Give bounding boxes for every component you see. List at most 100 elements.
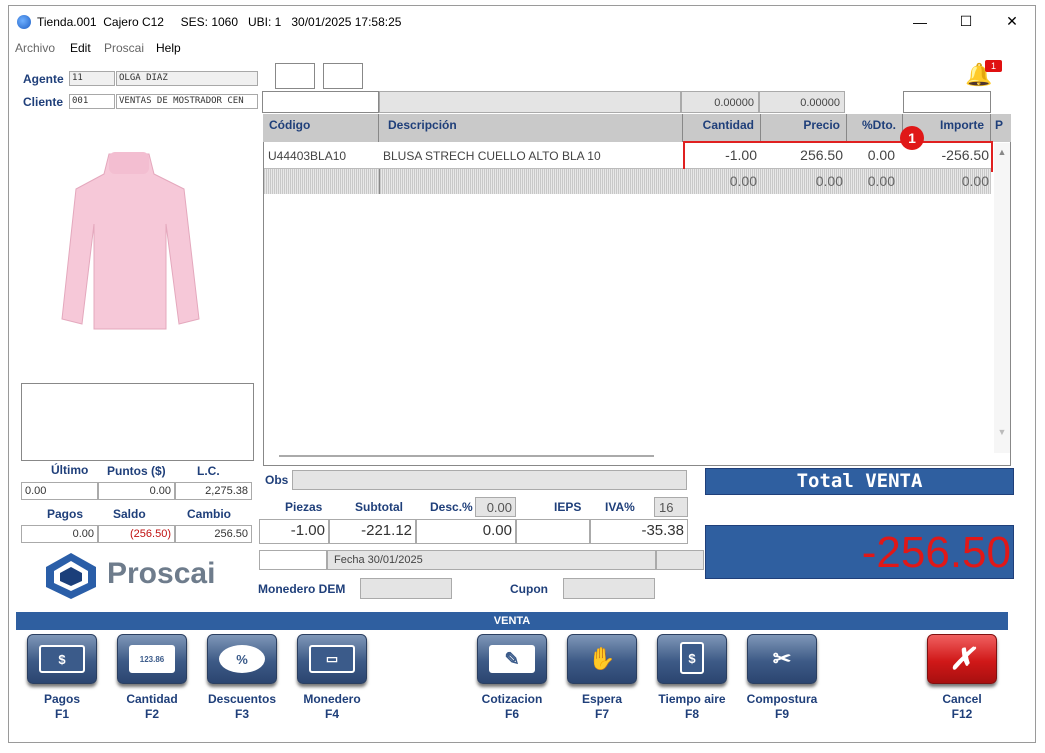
monedero-button[interactable]: ▭ [297, 634, 367, 684]
total-value: -256.50 [705, 525, 1014, 579]
small-box-2[interactable] [323, 63, 363, 89]
cancel-button[interactable]: ✗ [927, 634, 997, 684]
col-p[interactable]: P [991, 114, 1011, 142]
product-image [54, 144, 204, 344]
col-dto[interactable]: %Dto. [847, 114, 903, 142]
cambio-label: Cambio [187, 507, 232, 521]
ultimo-label: Último [51, 463, 89, 477]
obs-field[interactable] [292, 470, 687, 490]
row2-precio: 0.00 [815, 173, 843, 189]
menu-help[interactable]: Help [156, 41, 181, 55]
top-right-input[interactable] [903, 91, 991, 113]
vertical-scrollbar[interactable]: ▲ ▼ [994, 143, 1010, 453]
row-divider [379, 169, 380, 194]
menu-bar: Archivo Edit Proscai Help [9, 39, 1035, 57]
app-icon [17, 15, 31, 29]
maximize-button[interactable]: ☐ [943, 6, 989, 37]
saldo-value: (256.50) [98, 525, 175, 543]
monedero-label: Monedero DEM [258, 582, 346, 596]
agente-label: Agente [23, 72, 64, 86]
espera-button[interactable]: ✋ [567, 634, 637, 684]
cupon-field[interactable] [563, 578, 655, 599]
row2-dto: 0.00 [867, 173, 895, 189]
cantidad-button[interactable]: 123.86 [117, 634, 187, 684]
fecha-prefix-field[interactable] [259, 550, 327, 570]
cotizacion-button[interactable]: ✎ [477, 634, 547, 684]
pagos-label-text: Pagos F1 [43, 692, 80, 721]
menu-edit[interactable]: Edit [70, 41, 91, 55]
pagos-button[interactable]: $ [27, 634, 97, 684]
col-descripcion[interactable]: Descripción [379, 114, 683, 142]
fecha-extra-field [656, 550, 704, 570]
descuentos-label-text: Descuentos F3 [207, 692, 277, 721]
desc-pct-field[interactable]: 0.00 [475, 497, 516, 517]
notes-box[interactable] [21, 383, 254, 461]
lc-label: L.C. [197, 464, 220, 478]
cliente-name-field[interactable]: VENTAS DE MOSTRADOR CEN [116, 94, 258, 109]
subtotal-label: Subtotal [355, 500, 403, 514]
total-label: Total VENTA [705, 468, 1014, 495]
piezas-label: Piezas [285, 500, 323, 514]
proscai-logo-icon [44, 551, 99, 601]
cliente-code-field[interactable]: 001 [69, 94, 115, 109]
pagos-value: 0.00 [21, 525, 98, 543]
minimize-button[interactable]: — [897, 6, 943, 37]
card-icon: ▭ [309, 645, 355, 673]
cambio-value: 256.50 [175, 525, 252, 543]
piezas-value: -1.00 [259, 519, 329, 544]
iva-pct-field[interactable]: 16 [654, 497, 688, 517]
scroll-up-icon[interactable]: ▲ [994, 147, 1010, 157]
menu-proscai[interactable]: Proscai [104, 41, 144, 55]
col-cantidad[interactable]: Cantidad [683, 114, 761, 142]
saldo-label: Saldo [113, 507, 146, 521]
close-button[interactable]: ✕ [989, 6, 1035, 37]
step-marker: 1 [900, 126, 924, 150]
phone-icon: $ [680, 642, 704, 674]
cotizacion-label-text: Cotizacion F6 [481, 692, 543, 721]
monedero-field[interactable] [360, 578, 452, 599]
agente-name-field[interactable]: OLGA DIAZ [116, 71, 258, 86]
horizontal-scrollbar[interactable] [279, 455, 654, 457]
mode-bar: VENTA [16, 612, 1008, 630]
col-precio[interactable]: Precio [761, 114, 847, 142]
puntos-label: Puntos ($) [107, 464, 166, 478]
col-codigo[interactable]: Código [263, 114, 379, 142]
pagos-label: Pagos [47, 507, 84, 521]
document-edit-icon: ✎ [489, 645, 535, 673]
scissors-icon: ✂ [772, 646, 792, 671]
x-icon: ✗ [949, 642, 975, 676]
compostura-button[interactable]: ✂ [747, 634, 817, 684]
row2-importe: 0.00 [961, 173, 989, 189]
cancel-label-text: Cancel F12 [942, 692, 982, 721]
row1-descripcion: BLUSA STRECH CUELLO ALTO BLA 10 [383, 149, 601, 163]
puntos-value: 0.00 [98, 482, 175, 500]
app-window: Tienda.001 Cajero C12 SES: 1060 UBI: 1 3… [8, 5, 1036, 743]
cantidad-label-text: Cantidad F2 [126, 692, 178, 721]
window-title: Tienda.001 Cajero C12 SES: 1060 UBI: 1 3… [37, 15, 402, 29]
calculator-icon: 123.86 [129, 645, 175, 673]
espera-label-text: Espera F7 [581, 692, 623, 721]
notification-badge: 1 [985, 60, 1002, 72]
obs-label: Obs [265, 473, 289, 487]
small-box-1[interactable] [275, 63, 315, 89]
ultimo-value: 0.00 [21, 482, 98, 500]
iva-label: IVA% [605, 500, 635, 514]
menu-archivo[interactable]: Archivo [15, 41, 55, 55]
subtotal-value: -221.12 [329, 519, 416, 544]
tiempo-aire-label-text: Tiempo aire F8 [658, 692, 726, 721]
title-bar: Tienda.001 Cajero C12 SES: 1060 UBI: 1 3… [9, 6, 1035, 39]
percent-icon: % [219, 645, 265, 673]
tiempo-aire-button[interactable]: $ [657, 634, 727, 684]
desc-label: Desc.% [430, 500, 473, 514]
ieps-value [516, 519, 590, 544]
dollar-bill-icon: $ [39, 645, 85, 673]
ieps-label: IEPS [554, 500, 582, 514]
desc-value: 0.00 [416, 519, 516, 544]
scroll-down-icon[interactable]: ▼ [994, 427, 1010, 437]
iva-value: -35.38 [590, 519, 688, 544]
fecha-field: Fecha 30/01/2025 [327, 550, 656, 570]
agente-code-field[interactable]: 11 [69, 71, 115, 86]
top-desc-field [379, 91, 681, 113]
top-input[interactable] [262, 91, 379, 113]
descuentos-button[interactable]: % [207, 634, 277, 684]
